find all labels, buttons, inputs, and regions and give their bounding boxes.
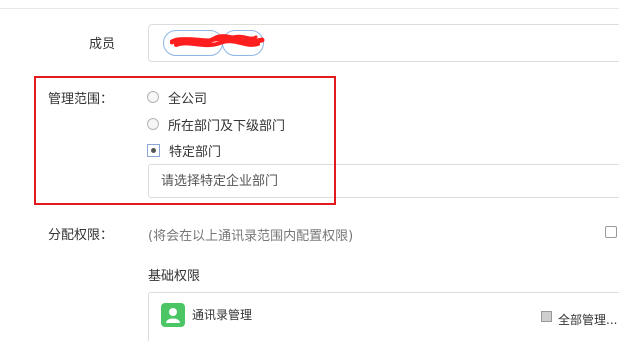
basic-permissions-title: 基础权限 bbox=[148, 269, 201, 284]
all-manage-label[interactable]: 全部管理... bbox=[558, 311, 617, 328]
members-label: 成员 bbox=[89, 37, 116, 52]
highlight-annotation-box bbox=[34, 76, 336, 205]
permissions-label: 分配权限： bbox=[48, 228, 114, 243]
top-divider bbox=[0, 8, 619, 9]
checkbox[interactable] bbox=[605, 226, 617, 238]
contacts-app-icon bbox=[161, 303, 185, 327]
contacts-app-name: 通讯录管理 bbox=[192, 308, 253, 322]
permission-settings-panel: 成员 管理范围： 全公司 所在部门及下级部门 特定部门 分配权限： (将会在以上… bbox=[0, 0, 619, 341]
checkbox-icon[interactable] bbox=[541, 311, 552, 322]
permissions-hint: (将会在以上通讯录范围内配置权限) bbox=[148, 229, 354, 244]
redaction-mark bbox=[170, 34, 265, 48]
